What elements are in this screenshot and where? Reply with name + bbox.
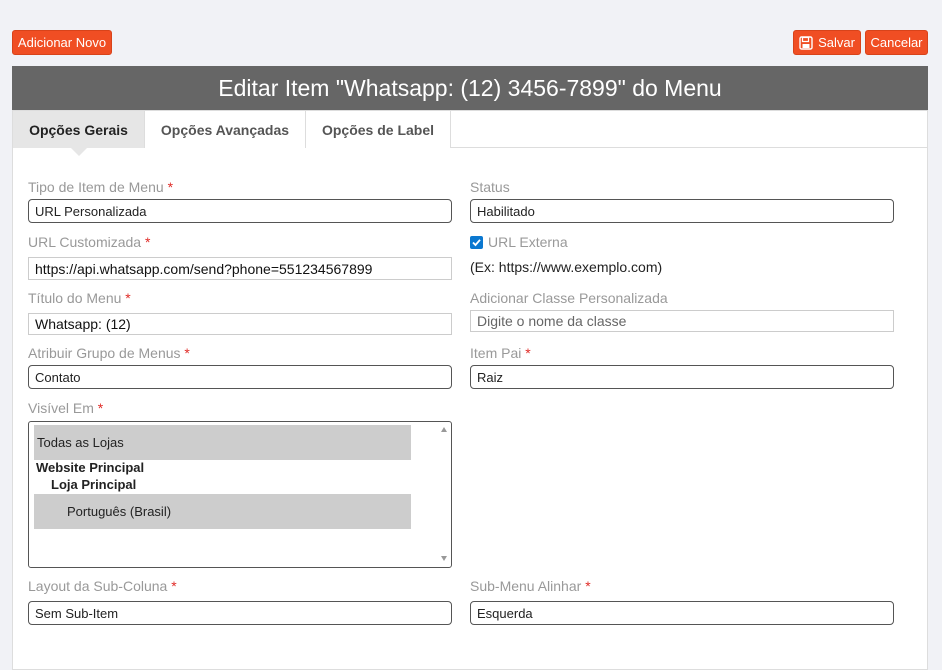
website-group-label: Website Principal xyxy=(36,460,145,475)
add-new-button[interactable]: Adicionar Novo xyxy=(12,30,112,55)
submenu-align-select[interactable]: Esquerda xyxy=(470,601,894,625)
menu-item-type-label: Tipo de Item de Menu * xyxy=(28,179,174,195)
add-new-label: Adicionar Novo xyxy=(17,35,107,50)
custom-class-input[interactable]: Digite o nome da classe xyxy=(470,310,894,332)
visible-in-multiselect[interactable]: Todas as Lojas Website Principal Loja Pr… xyxy=(28,421,452,568)
page-title-bar: Editar Item "Whatsapp: (12) 3456-7899" d… xyxy=(12,66,928,110)
page-title: Editar Item "Whatsapp: (12) 3456-7899" d… xyxy=(218,74,722,101)
tab-label: Opções Avançadas xyxy=(160,121,290,138)
external-url-hint: (Ex: https://www.exemplo.com) xyxy=(470,259,663,275)
menu-title-label: Título do Menu * xyxy=(28,290,131,306)
parent-item-select[interactable]: Raiz xyxy=(470,365,894,389)
save-button[interactable]: Salvar xyxy=(793,30,861,55)
checkmark-icon xyxy=(472,239,481,247)
submenu-align-label: Sub-Menu Alinhar * xyxy=(470,578,591,594)
tab-label: Opções de Label xyxy=(321,121,435,138)
custom-class-label: Adicionar Classe Personalizada xyxy=(470,290,668,306)
tab-label-options[interactable]: Opções de Label xyxy=(306,111,451,148)
status-label: Status xyxy=(470,179,510,195)
status-select[interactable]: Habilitado xyxy=(470,199,894,223)
floppy-disk-icon xyxy=(799,35,813,50)
cancel-button[interactable]: Cancelar xyxy=(865,30,928,55)
store-option-all[interactable]: Todas as Lojas xyxy=(34,425,411,460)
save-label: Salvar xyxy=(818,35,855,50)
menu-group-label: Atribuir Grupo de Menus * xyxy=(28,345,190,361)
cancel-label: Cancelar xyxy=(870,35,923,50)
scroll-up-icon[interactable] xyxy=(441,427,447,432)
tab-bar: Opções Gerais Opções Avançadas Opções de… xyxy=(13,111,927,156)
store-option-pt-br[interactable]: Português (Brasil) xyxy=(34,494,411,529)
store-group-label: Loja Principal xyxy=(51,477,137,492)
external-url-checkbox[interactable] xyxy=(470,236,483,249)
listbox-scrollbar[interactable] xyxy=(437,422,451,567)
external-url-label: URL Externa xyxy=(488,234,568,250)
custom-url-label: URL Customizada * xyxy=(28,234,151,250)
sub-column-layout-label: Layout da Sub-Coluna * xyxy=(28,578,177,594)
menu-group-select[interactable]: Contato xyxy=(28,365,452,389)
sub-column-layout-select[interactable]: Sem Sub-Item xyxy=(28,601,452,625)
tab-label: Opções Gerais xyxy=(29,121,128,138)
active-tab-caret xyxy=(70,147,88,156)
visible-in-label: Visível Em * xyxy=(28,400,104,416)
parent-item-label: Item Pai * xyxy=(470,345,531,361)
tab-advanced-options[interactable]: Opções Avançadas xyxy=(145,111,306,148)
scroll-down-icon[interactable] xyxy=(441,556,447,561)
menu-title-input[interactable]: Whatsapp: (12) xyxy=(28,313,452,335)
custom-url-input[interactable]: https://api.whatsapp.com/send?phone=5512… xyxy=(28,257,452,280)
menu-item-type-select[interactable]: URL Personalizada xyxy=(28,199,452,223)
tab-general-options[interactable]: Opções Gerais xyxy=(13,111,145,148)
